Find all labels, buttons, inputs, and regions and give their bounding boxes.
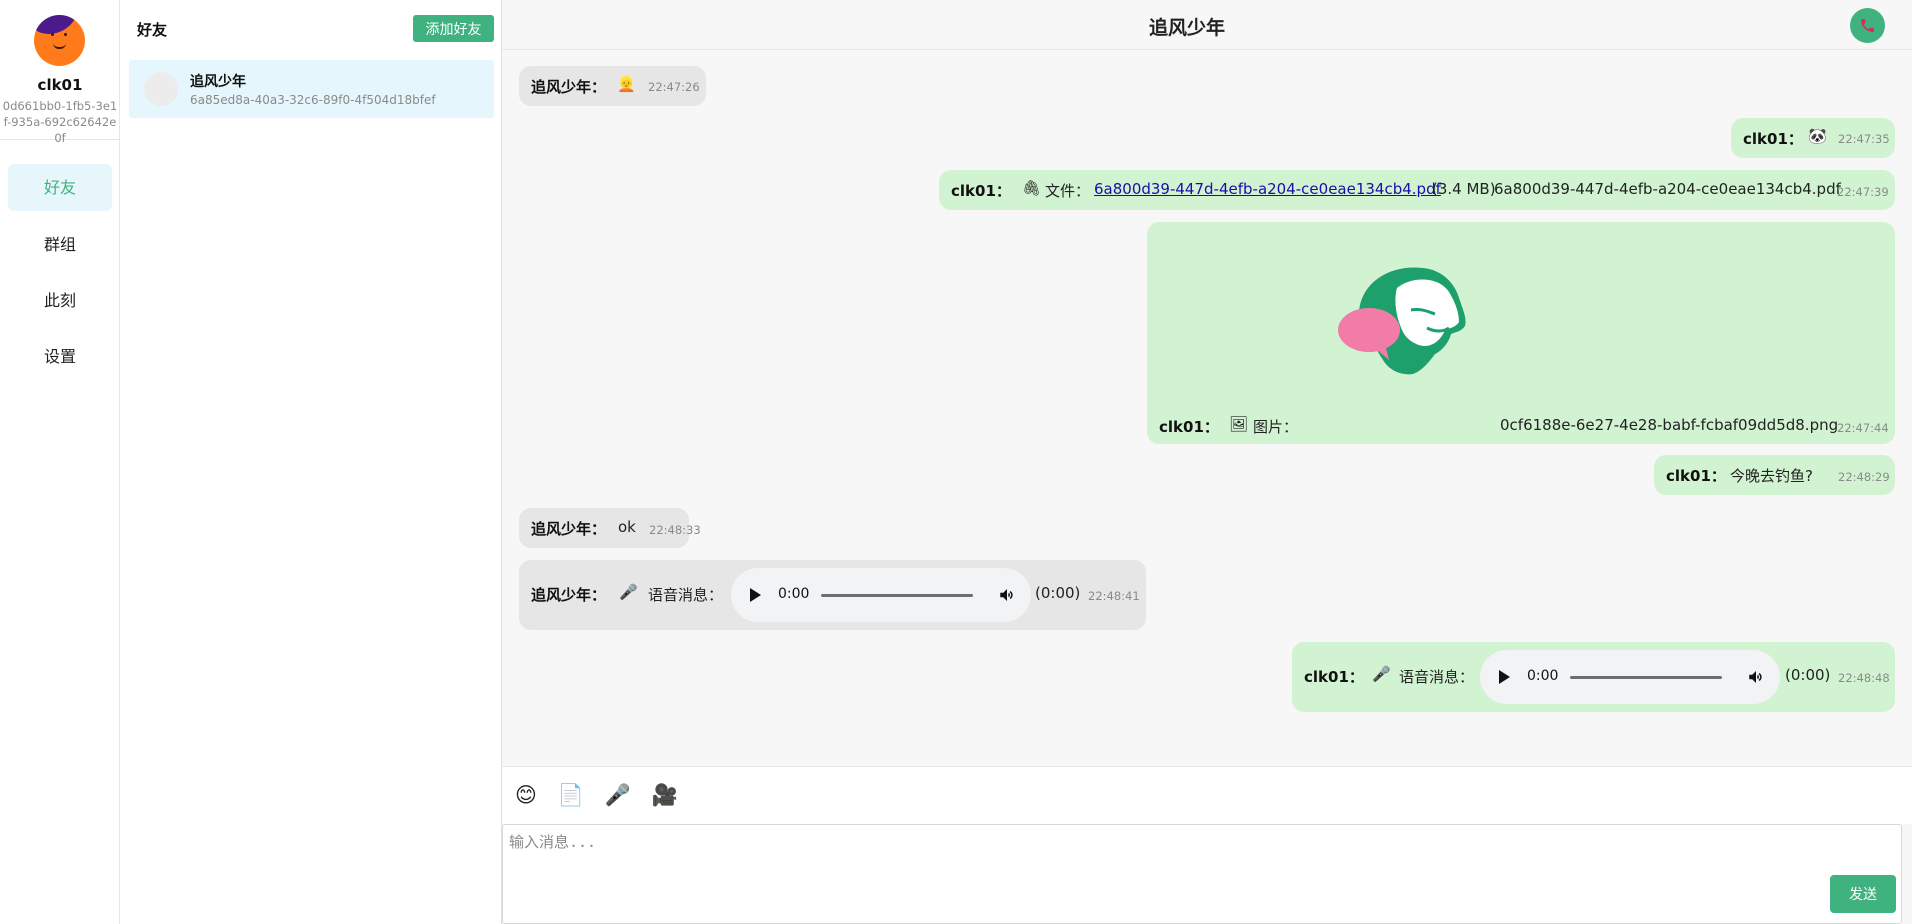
image-preview[interactable] [1331, 262, 1469, 378]
microphone-icon[interactable]: 🎤 [604, 781, 632, 809]
chat-header: 追风少年 [502, 0, 1912, 50]
message-composer: 发送 [502, 824, 1902, 924]
video-camera-icon[interactable]: 🎥 [651, 781, 679, 809]
audio-current-time: 0:00 [1527, 668, 1559, 684]
friend-list-title: 好友 [137, 21, 168, 39]
message-time: 22:47:39 [1837, 185, 1889, 199]
friend-name: 追风少年 [190, 74, 246, 90]
nav-item-settings[interactable]: 设置 [8, 333, 112, 380]
file-size: (3.4 MB) [1432, 180, 1496, 198]
message-sender: clk01： [1304, 668, 1364, 686]
user-avatar[interactable] [34, 15, 85, 66]
volume-icon[interactable] [998, 586, 1016, 604]
file-label: 文件： [1045, 182, 1091, 200]
nav-item-groups[interactable]: 群组 [8, 221, 112, 268]
play-icon[interactable] [750, 588, 761, 602]
message-text: 今晚去钓鱼? [1730, 467, 1813, 485]
message-incoming-voice: 追风少年： 🎤 语音消息： 0:00 (0:00) 22:48:41 [519, 560, 1146, 630]
phone-icon [1861, 19, 1874, 32]
message-time: 22:48:33 [649, 523, 701, 537]
message-incoming: 追风少年： ok 22:48:33 [519, 508, 701, 548]
nav-item-moments[interactable]: 此刻 [8, 277, 112, 324]
message-input[interactable] [509, 831, 1889, 891]
voice-duration: (0:00) [1035, 584, 1081, 602]
chat-title: 追风少年 [1148, 17, 1225, 39]
paperclip-icon: 🖇 [1022, 179, 1042, 197]
call-button[interactable] [1850, 8, 1885, 43]
audio-current-time: 0:00 [778, 586, 810, 602]
message-outgoing: clk01： 今晚去钓鱼? 22:48:29 [1654, 455, 1895, 495]
voice-label: 语音消息： [648, 586, 724, 604]
message-outgoing: clk01： 🐼 22:47:35 [1731, 118, 1895, 158]
message-time: 22:48:48 [1838, 671, 1890, 685]
message-incoming: 追风少年： 👱 22:47:26 [519, 66, 706, 106]
audio-player: 0:00 [731, 568, 1031, 622]
friend-id: 6a85ed8a-40a3-32c6-89f0-4f504d18bfef [190, 93, 436, 107]
voice-label: 语音消息： [1399, 668, 1475, 686]
emoji-icon[interactable]: 😊 [512, 781, 540, 809]
microphone-icon: 🎤 [1372, 665, 1391, 683]
message-outgoing-image: clk01： 🖼 图片： 0cf6188e-6e27-4e28-babf-fcb… [1147, 222, 1895, 444]
left-nav: clk01 0d661bb0-1fb5-3e1f-935a-692c62642e… [0, 0, 120, 924]
audio-player: 0:00 [1480, 650, 1780, 704]
message-sender: clk01： [1666, 467, 1726, 485]
message-sender: clk01： [1159, 418, 1219, 436]
file-icon[interactable]: 📄 [557, 781, 585, 809]
friend-list-panel: 好友 添加好友 追风少年 6a85ed8a-40a3-32c6-89f0-4f5… [121, 0, 502, 924]
send-button[interactable]: 发送 [1830, 875, 1896, 913]
message-text: 👱 [617, 75, 636, 93]
user-id: 0d661bb0-1fb5-3e1f-935a-692c62642e0f [2, 99, 118, 145]
audio-progress-bar[interactable] [821, 594, 973, 597]
audio-progress-bar[interactable] [1570, 676, 1722, 679]
image-icon: 🖼 [1229, 415, 1249, 433]
message-text: ok [618, 518, 636, 536]
message-time: 22:47:35 [1838, 132, 1890, 146]
add-friend-button[interactable]: 添加好友 [413, 15, 494, 42]
chat-panel: 追风少年 追风少年： 👱 22:47:26 clk01： 🐼 22:47:35 [502, 0, 1912, 924]
friend-avatar [144, 72, 178, 106]
message-outgoing-voice: clk01： 🎤 语音消息： 0:00 (0:00) 22:48:48 [1292, 642, 1895, 712]
friend-list-item[interactable]: 追风少年 6a85ed8a-40a3-32c6-89f0-4f504d18bfe… [129, 60, 494, 118]
message-text: 🐼 [1808, 127, 1827, 145]
message-outgoing-file: clk01： 🖇 文件： 6a800d39-447d-4efb-a204-ce0… [939, 170, 1895, 210]
composer-toolbar: 😊 📄 🎤 🎥 [502, 766, 1912, 824]
user-name: clk01 [37, 76, 83, 94]
message-sender: 追风少年： [531, 520, 607, 538]
message-sender: 追风少年： [531, 586, 607, 604]
message-time: 22:47:44 [1837, 421, 1889, 435]
voice-duration: (0:00) [1785, 666, 1831, 684]
message-time: 22:48:41 [1088, 589, 1140, 603]
image-filename: 0cf6188e-6e27-4e28-babf-fcbaf09dd5d8.png [1500, 416, 1839, 434]
message-sender: clk01： [1743, 130, 1803, 148]
image-label: 图片： [1253, 418, 1299, 436]
volume-icon[interactable] [1747, 668, 1765, 686]
file-name: 6a800d39-447d-4efb-a204-ce0eae134cb4.pdf [1494, 180, 1841, 198]
message-time: 22:48:29 [1838, 470, 1890, 484]
nav-item-friends[interactable]: 好友 [8, 164, 112, 211]
play-icon[interactable] [1499, 670, 1510, 684]
microphone-icon: 🎤 [619, 583, 638, 601]
message-sender: clk01： [951, 182, 1011, 200]
user-profile: clk01 0d661bb0-1fb5-3e1f-935a-692c62642e… [0, 0, 119, 145]
chat-app: clk01 0d661bb0-1fb5-3e1f-935a-692c62642e… [0, 0, 1912, 924]
message-time: 22:47:26 [648, 80, 700, 94]
message-sender: 追风少年： [531, 78, 607, 96]
message-list: 追风少年： 👱 22:47:26 clk01： 🐼 22:47:35 clk01… [502, 50, 1912, 766]
file-download-link[interactable]: 6a800d39-447d-4efb-a204-ce0eae134cb4.pdf [1094, 180, 1441, 198]
